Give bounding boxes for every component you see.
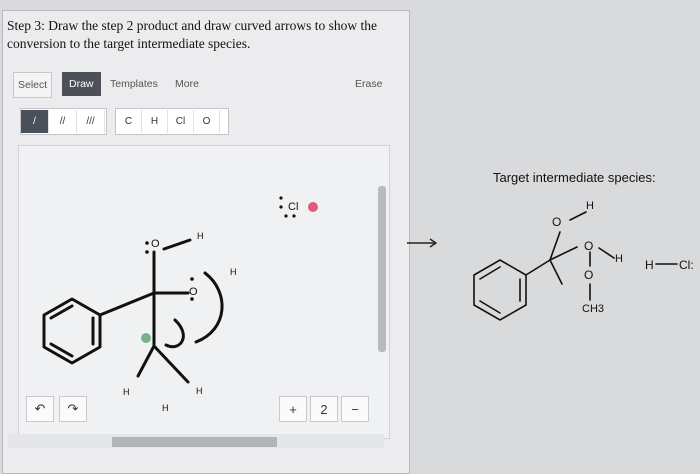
atom-tool-group: C H Cl O [115,108,229,135]
undo-icon: ↶ [34,401,46,416]
reset-button[interactable]: 2 [310,396,338,422]
triple-bond-tool[interactable]: /// [77,110,105,133]
target-o-left: O [552,215,562,229]
canvas-h-right[interactable]: H [230,267,237,277]
canvas-o-mid[interactable]: O [189,286,198,298]
canvas-cl[interactable]: Cl [288,201,298,213]
templates-tab[interactable]: Templates [106,72,162,96]
zoom-in-icon: + [289,401,297,417]
draw-tab[interactable]: Draw [62,72,101,96]
canvas-h-top[interactable]: H [197,231,204,241]
drawing-canvas[interactable] [18,145,390,439]
vertical-scrollbar[interactable] [378,186,386,352]
canvas-h-bottom-right[interactable]: H [196,386,203,396]
target-h-ring: H [615,253,623,265]
target-o-ring: O [584,239,594,253]
canvas-h-bottom[interactable]: H [162,403,169,413]
target-ch3: CH3 [582,303,605,315]
canvas-o-top[interactable]: O [151,238,160,250]
target-hcl-h: H [645,258,654,272]
undo-button[interactable]: ↶ [26,396,54,422]
reset-icon: 2 [320,401,328,417]
bond-tool-group: / // /// [20,108,107,135]
zoom-in-button[interactable]: + [279,396,307,422]
target-o-bottom: O [584,268,594,282]
select-tab[interactable]: Select [13,72,53,98]
redo-icon: ↷ [67,401,79,416]
canvas-h-left-bottom[interactable]: H [123,387,130,397]
prompt-line-2: conversion to the target intermediate sp… [7,36,251,51]
target-h-top: H [586,200,594,212]
horizontal-scrollbar[interactable] [112,437,277,447]
prompt-line-1: Step 3: Draw the step 2 product and draw… [7,18,378,33]
oxygen-tool[interactable]: O [194,110,220,133]
redo-button[interactable]: ↷ [59,396,87,422]
carbon-tool[interactable]: C [116,110,142,133]
zoom-out-button[interactable]: − [341,396,369,422]
zoom-out-icon: − [351,401,359,417]
target-hcl-cl: Cl: [679,258,694,272]
target-title: Target intermediate species: [493,170,656,185]
hydrogen-tool[interactable]: H [142,110,168,133]
erase-tab[interactable]: Erase [351,72,386,96]
chlorine-tool[interactable]: Cl [168,110,194,133]
double-bond-tool[interactable]: // [49,110,77,133]
single-bond-tool[interactable]: / [21,110,49,133]
more-tab[interactable]: More [171,72,203,96]
question-prompt: Step 3: Draw the step 2 product and draw… [7,17,402,53]
